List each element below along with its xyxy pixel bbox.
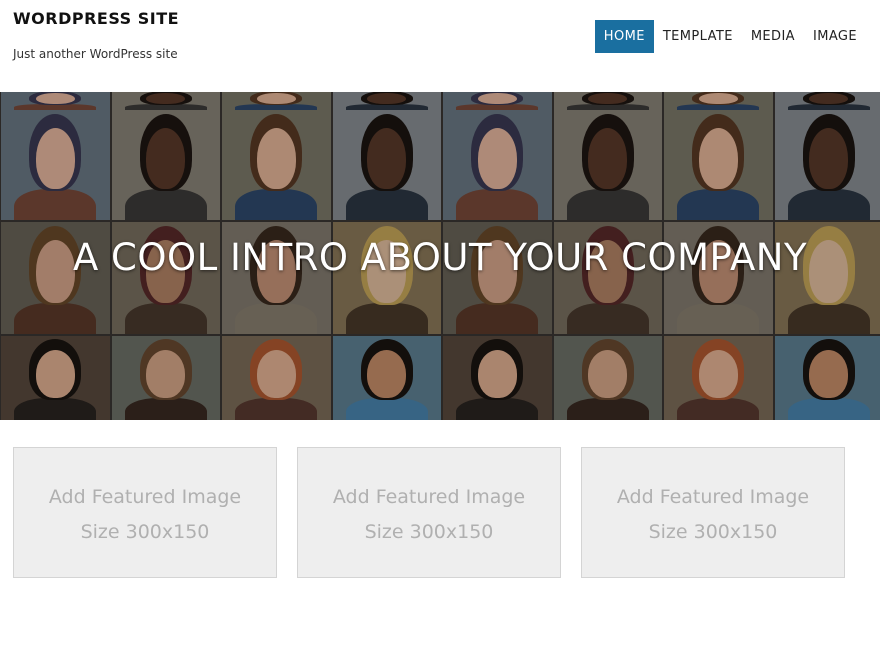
main-nav: HOME TEMPLATE MEDIA IMAGE xyxy=(594,20,866,53)
site-title[interactable]: WORDPRESS SITE xyxy=(13,9,179,28)
site-tagline: Just another WordPress site xyxy=(13,47,178,61)
nav-item-home[interactable]: HOME xyxy=(594,20,654,53)
placeholder-label: Add Featured Image xyxy=(332,486,526,508)
featured-image-placeholder-1[interactable]: Add Featured Image Size 300x150 xyxy=(13,447,277,578)
hero-banner: A COOL INTRO ABOUT YOUR COMPANY xyxy=(0,92,880,420)
nav-item-image[interactable]: IMAGE xyxy=(804,20,866,53)
hero-heading: A COOL INTRO ABOUT YOUR COMPANY xyxy=(72,236,808,279)
featured-image-placeholder-3[interactable]: Add Featured Image Size 300x150 xyxy=(581,447,845,578)
placeholder-size: Size 300x150 xyxy=(364,521,494,543)
nav-item-template[interactable]: TEMPLATE xyxy=(654,20,742,53)
placeholder-size: Size 300x150 xyxy=(80,521,210,543)
placeholder-label: Add Featured Image xyxy=(616,486,810,508)
nav-item-media[interactable]: MEDIA xyxy=(742,20,804,53)
placeholder-label: Add Featured Image xyxy=(48,486,242,508)
featured-image-placeholder-2[interactable]: Add Featured Image Size 300x150 xyxy=(297,447,561,578)
placeholder-size: Size 300x150 xyxy=(648,521,778,543)
